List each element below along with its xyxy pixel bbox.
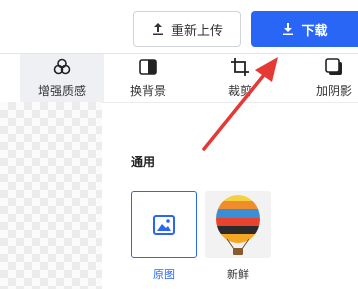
- section-title: 通用: [131, 155, 156, 169]
- reupload-label: 重新上传: [170, 23, 223, 39]
- filter-original[interactable]: [131, 191, 197, 258]
- download-button[interactable]: 下载: [251, 11, 358, 47]
- top-bar: 重新上传 下载: [0, 0, 358, 54]
- filter-fresh-label: 新鲜: [227, 268, 249, 281]
- tool-crop-label: 裁剪: [227, 84, 252, 98]
- hot-air-balloon-image: [216, 195, 260, 255]
- filter-original-label: 原图: [153, 268, 175, 281]
- background-swap-icon: [139, 59, 157, 75]
- tool-change-background[interactable]: 换背景: [106, 54, 190, 102]
- reupload-button[interactable]: 重新上传: [133, 11, 241, 47]
- tool-enhance-texture[interactable]: 增强质感: [20, 54, 104, 102]
- circles-icon: [53, 58, 71, 75]
- tool-shadow-label: 加阴影: [315, 84, 352, 98]
- tool-bar: 增强质感 换背景 裁剪 加阴影: [20, 54, 358, 102]
- tool-background-label: 换背景: [129, 84, 166, 98]
- filter-fresh[interactable]: [205, 191, 271, 258]
- download-icon: [283, 23, 294, 35]
- download-label: 下载: [301, 23, 328, 39]
- image-icon: [153, 214, 175, 235]
- crop-icon: [231, 58, 249, 76]
- shadow-icon: [325, 58, 342, 75]
- tool-enhance-label: 增强质感: [37, 84, 86, 98]
- tool-add-shadow[interactable]: 加阴影: [292, 54, 358, 102]
- tool-crop[interactable]: 裁剪: [198, 54, 282, 102]
- upload-icon: [152, 23, 163, 35]
- filter-panel: 通用 原图 新鲜: [102, 102, 358, 289]
